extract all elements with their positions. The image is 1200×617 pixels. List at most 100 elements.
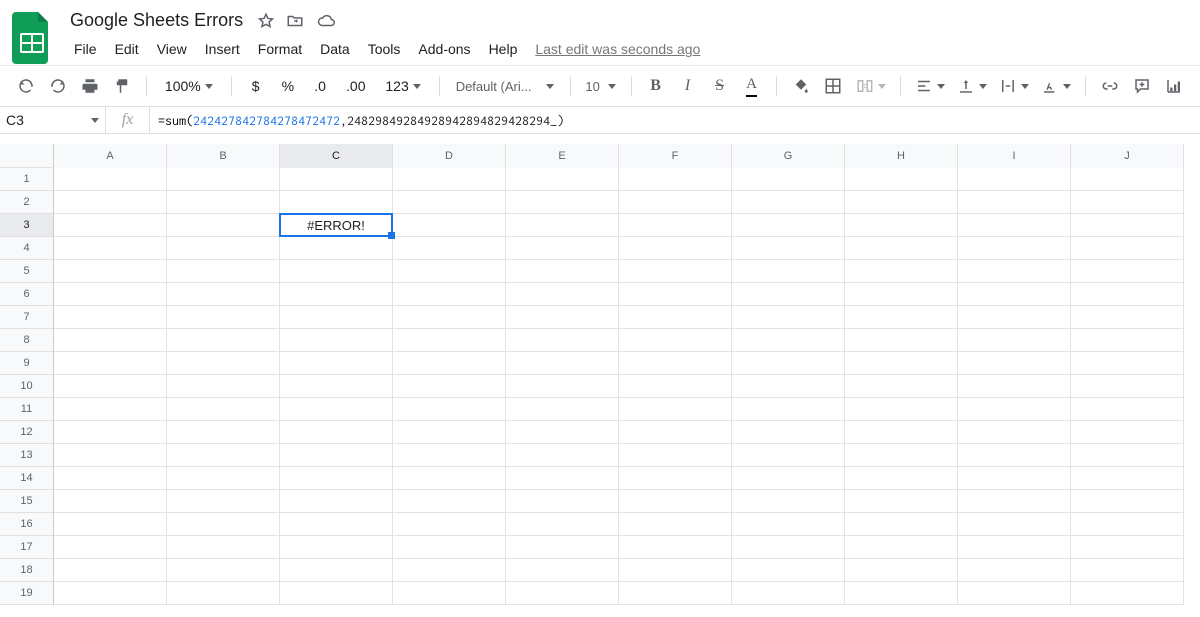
cell[interactable] <box>506 260 619 283</box>
menu-data[interactable]: Data <box>312 37 358 61</box>
cell[interactable] <box>506 398 619 421</box>
cell[interactable] <box>619 283 732 306</box>
cell[interactable] <box>732 283 845 306</box>
cells-area[interactable]: #ERROR! <box>54 168 1200 617</box>
cell[interactable] <box>958 237 1071 260</box>
cell[interactable] <box>506 283 619 306</box>
cell[interactable] <box>54 168 167 191</box>
cell[interactable] <box>845 214 958 237</box>
cell[interactable] <box>506 444 619 467</box>
column-header[interactable]: C <box>280 144 393 168</box>
cell[interactable] <box>54 283 167 306</box>
column-header[interactable]: J <box>1071 144 1184 168</box>
strikethrough-button[interactable]: S <box>706 72 734 100</box>
cell[interactable] <box>167 283 280 306</box>
cell[interactable] <box>958 490 1071 513</box>
cell[interactable] <box>732 559 845 582</box>
cell[interactable] <box>958 352 1071 375</box>
cell[interactable] <box>393 237 506 260</box>
format-currency-button[interactable]: $ <box>242 72 270 100</box>
cell[interactable] <box>167 306 280 329</box>
cell[interactable] <box>1071 536 1184 559</box>
cell[interactable] <box>506 306 619 329</box>
menu-help[interactable]: Help <box>481 37 526 61</box>
undo-button[interactable] <box>12 72 40 100</box>
star-icon[interactable] <box>257 12 275 30</box>
cell[interactable] <box>167 536 280 559</box>
cell[interactable] <box>506 329 619 352</box>
bold-button[interactable]: B <box>642 72 670 100</box>
font-size-select[interactable]: 10 <box>581 74 621 98</box>
cell[interactable] <box>619 559 732 582</box>
menu-edit[interactable]: Edit <box>107 37 147 61</box>
cell[interactable] <box>54 490 167 513</box>
cell[interactable] <box>54 352 167 375</box>
cell[interactable] <box>167 168 280 191</box>
cell[interactable] <box>506 582 619 605</box>
cell[interactable] <box>845 444 958 467</box>
cell[interactable]: #ERROR! <box>280 214 393 237</box>
cell[interactable] <box>732 375 845 398</box>
cell[interactable] <box>393 444 506 467</box>
cell[interactable] <box>1071 352 1184 375</box>
row-header[interactable]: 11 <box>0 398 53 421</box>
cell[interactable] <box>167 329 280 352</box>
menu-file[interactable]: File <box>66 37 105 61</box>
cell[interactable] <box>393 214 506 237</box>
cell[interactable] <box>732 352 845 375</box>
cell[interactable] <box>393 329 506 352</box>
cell[interactable] <box>845 490 958 513</box>
column-header[interactable]: F <box>619 144 732 168</box>
row-header[interactable]: 19 <box>0 582 53 605</box>
insert-comment-button[interactable] <box>1128 72 1156 100</box>
cell[interactable] <box>506 490 619 513</box>
cell[interactable] <box>1071 513 1184 536</box>
cell[interactable] <box>958 260 1071 283</box>
cell[interactable] <box>54 329 167 352</box>
cell[interactable] <box>506 421 619 444</box>
cell[interactable] <box>958 444 1071 467</box>
column-header[interactable]: H <box>845 144 958 168</box>
row-header[interactable]: 14 <box>0 467 53 490</box>
cell[interactable] <box>619 375 732 398</box>
cell[interactable] <box>167 260 280 283</box>
cell[interactable] <box>54 536 167 559</box>
cell[interactable] <box>506 352 619 375</box>
cell[interactable] <box>506 191 619 214</box>
fill-color-button[interactable] <box>787 72 815 100</box>
cell[interactable] <box>167 513 280 536</box>
menu-format[interactable]: Format <box>250 37 310 61</box>
cell[interactable] <box>393 559 506 582</box>
cell[interactable] <box>845 283 958 306</box>
cell[interactable] <box>619 421 732 444</box>
cell[interactable] <box>732 237 845 260</box>
cell[interactable] <box>1071 398 1184 421</box>
cell[interactable] <box>732 582 845 605</box>
cell[interactable] <box>845 467 958 490</box>
cell[interactable] <box>619 444 732 467</box>
cell[interactable] <box>167 375 280 398</box>
cell[interactable] <box>619 214 732 237</box>
increase-decimal-button[interactable]: .00 <box>338 72 373 100</box>
cell[interactable] <box>845 352 958 375</box>
cell[interactable] <box>280 306 393 329</box>
row-header[interactable]: 9 <box>0 352 53 375</box>
borders-button[interactable] <box>819 72 847 100</box>
italic-button[interactable]: I <box>674 72 702 100</box>
cell[interactable] <box>732 168 845 191</box>
cell[interactable] <box>393 490 506 513</box>
menu-tools[interactable]: Tools <box>360 37 409 61</box>
cell[interactable] <box>280 329 393 352</box>
zoom-select[interactable]: 100% <box>157 72 221 100</box>
cell[interactable] <box>732 329 845 352</box>
cell[interactable] <box>619 536 732 559</box>
cell[interactable] <box>1071 306 1184 329</box>
cell[interactable] <box>845 582 958 605</box>
cell[interactable] <box>393 375 506 398</box>
cell[interactable] <box>54 559 167 582</box>
cell[interactable] <box>54 191 167 214</box>
row-header[interactable]: 18 <box>0 559 53 582</box>
cell[interactable] <box>732 191 845 214</box>
cell[interactable] <box>958 513 1071 536</box>
cell[interactable] <box>845 398 958 421</box>
